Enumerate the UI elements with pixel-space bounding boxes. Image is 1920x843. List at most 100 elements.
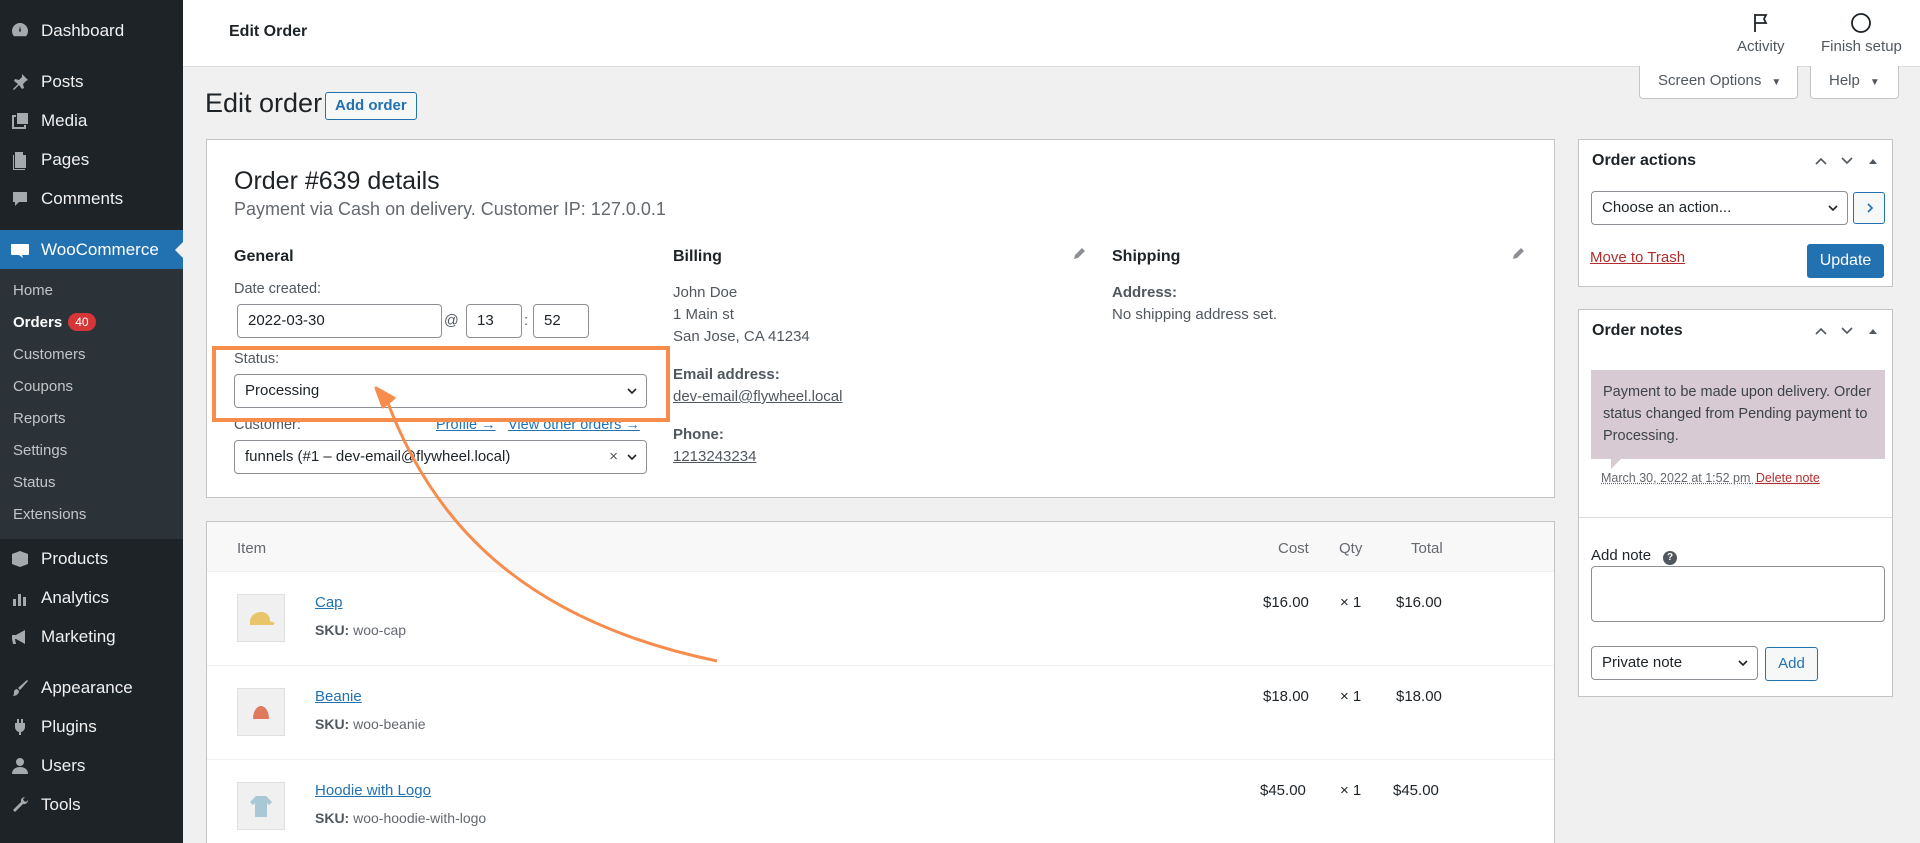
items-table-header: Item Cost Qty Total xyxy=(207,522,1554,572)
date-created-input[interactable]: 2022-03-30 xyxy=(237,304,442,338)
menu-label: Users xyxy=(41,756,85,776)
submenu-orders[interactable]: Orders 40 xyxy=(0,307,183,339)
chevron-right-icon xyxy=(1864,202,1876,214)
item-sku: SKU: woo-beanie xyxy=(315,716,426,732)
chevron-up-icon[interactable] xyxy=(1814,154,1828,168)
orders-count-badge: 40 xyxy=(68,313,95,331)
note-type-select[interactable]: Private note xyxy=(1591,646,1758,680)
shipping-address-value: No shipping address set. xyxy=(1112,304,1277,326)
circle-progress-icon xyxy=(1850,12,1872,34)
item-cost: $18.00 xyxy=(1263,688,1309,705)
shipping-heading: Shipping xyxy=(1112,248,1180,266)
billing-email-link[interactable]: dev-email@flywheel.local xyxy=(673,386,842,408)
menu-posts[interactable]: Posts xyxy=(0,62,183,101)
billing-street: 1 Main st xyxy=(673,304,734,326)
menu-plugins[interactable]: Plugins xyxy=(0,707,183,746)
menu-products[interactable]: Products xyxy=(0,539,183,578)
order-actions-title: Order actions xyxy=(1592,152,1696,170)
menu-media[interactable]: Media xyxy=(0,101,183,140)
comment-icon xyxy=(9,188,31,210)
menu-label: Appearance xyxy=(41,678,133,698)
order-notes-box: Order notes Payment to be made upon deli… xyxy=(1578,309,1893,697)
add-note-button[interactable]: Add xyxy=(1765,647,1818,681)
col-total: Total xyxy=(1411,540,1443,557)
add-note-textarea[interactable] xyxy=(1591,566,1885,622)
activity-button[interactable]: Activity xyxy=(1737,12,1785,55)
item-qty: × 1 xyxy=(1340,594,1361,611)
menu-label: Posts xyxy=(41,72,84,92)
col-item: Item xyxy=(237,540,266,557)
products-icon xyxy=(9,548,31,570)
customer-select[interactable]: funnels (#1 – dev-email@flywheel.local) … xyxy=(234,440,647,474)
update-button[interactable]: Update xyxy=(1807,244,1884,278)
menu-pages[interactable]: Pages xyxy=(0,140,183,179)
submenu-home[interactable]: Home xyxy=(0,275,183,307)
menu-label: Analytics xyxy=(41,588,109,608)
item-total: $18.00 xyxy=(1396,688,1442,705)
delete-note-link[interactable]: Delete note xyxy=(1756,471,1820,485)
submenu-status[interactable]: Status xyxy=(0,467,183,499)
page-title: Edit order xyxy=(205,88,322,119)
menu-woocommerce[interactable]: WooCommerce xyxy=(0,230,183,269)
menu-label: Marketing xyxy=(41,627,116,647)
submenu-extensions[interactable]: Extensions xyxy=(0,499,183,531)
menu-comments[interactable]: Comments xyxy=(0,179,183,218)
caret-down-icon: ▼ xyxy=(1771,77,1781,88)
edit-billing-pencil-icon[interactable] xyxy=(1072,247,1086,261)
at-separator: @ xyxy=(444,313,459,329)
woo-icon xyxy=(9,239,31,261)
chevron-down-icon[interactable] xyxy=(1840,324,1854,338)
item-name-link[interactable]: Cap xyxy=(315,594,343,611)
clear-icon[interactable]: × xyxy=(609,441,618,473)
box-controls xyxy=(1814,154,1880,168)
order-note: Payment to be made upon delivery. Order … xyxy=(1591,370,1885,459)
submenu-coupons[interactable]: Coupons xyxy=(0,371,183,403)
submenu-customers[interactable]: Customers xyxy=(0,339,183,371)
item-name-link[interactable]: Hoodie with Logo xyxy=(315,782,431,799)
sku-label: SKU: xyxy=(315,716,349,732)
submenu-reports[interactable]: Reports xyxy=(0,403,183,435)
move-to-trash-link[interactable]: Move to Trash xyxy=(1590,249,1685,266)
billing-city: San Jose, CA 41234 xyxy=(673,326,810,348)
item-qty: × 1 xyxy=(1340,688,1361,705)
analytics-icon xyxy=(9,587,31,609)
cap-image xyxy=(246,608,276,628)
menu-dashboard[interactable]: Dashboard xyxy=(0,11,183,50)
submenu-label: Orders xyxy=(13,314,62,331)
chevron-up-icon[interactable] xyxy=(1814,324,1828,338)
finish-setup-button[interactable]: Finish setup xyxy=(1821,12,1902,55)
table-row: Beanie SKU: woo-beanie $18.00 × 1 $18.00 xyxy=(207,666,1554,760)
order-title: Order #639 details xyxy=(234,167,440,196)
edit-shipping-pencil-icon[interactable] xyxy=(1511,247,1525,261)
menu-tools[interactable]: Tools xyxy=(0,785,183,824)
general-heading: General xyxy=(234,248,294,266)
add-note-text: Add note xyxy=(1591,547,1651,564)
item-total: $45.00 xyxy=(1393,782,1439,799)
add-order-button[interactable]: Add order xyxy=(325,92,417,120)
minute-input[interactable]: 52 xyxy=(533,304,589,338)
note-meta: March 30, 2022 at 1:52 pm Delete note xyxy=(1601,471,1820,485)
submenu-settings[interactable]: Settings xyxy=(0,435,183,467)
help-button[interactable]: Help ▼ xyxy=(1810,66,1899,99)
billing-phone-link[interactable]: 1213243234 xyxy=(673,446,756,468)
date-created-label: Date created: xyxy=(234,281,321,297)
help-icon[interactable]: ? xyxy=(1663,551,1677,565)
menu-appearance[interactable]: Appearance xyxy=(0,668,183,707)
menu-users[interactable]: Users xyxy=(0,746,183,785)
chevron-down-icon xyxy=(1827,202,1839,214)
chevron-down-icon[interactable] xyxy=(1840,154,1854,168)
collapse-triangle-icon[interactable] xyxy=(1866,154,1880,168)
plug-icon xyxy=(9,716,31,738)
hour-input[interactable]: 13 xyxy=(466,304,522,338)
screen-options-button[interactable]: Screen Options ▼ xyxy=(1639,66,1798,99)
menu-marketing[interactable]: Marketing xyxy=(0,617,183,656)
apply-action-button[interactable] xyxy=(1853,192,1885,224)
pin-icon xyxy=(9,71,31,93)
item-name-link[interactable]: Beanie xyxy=(315,688,362,705)
add-note-label: Add note? xyxy=(1591,547,1677,565)
sku-value: woo-beanie xyxy=(353,716,425,732)
order-action-select[interactable]: Choose an action... xyxy=(1591,191,1848,225)
collapse-triangle-icon[interactable] xyxy=(1866,324,1880,338)
menu-analytics[interactable]: Analytics xyxy=(0,578,183,617)
item-total: $16.00 xyxy=(1396,594,1442,611)
